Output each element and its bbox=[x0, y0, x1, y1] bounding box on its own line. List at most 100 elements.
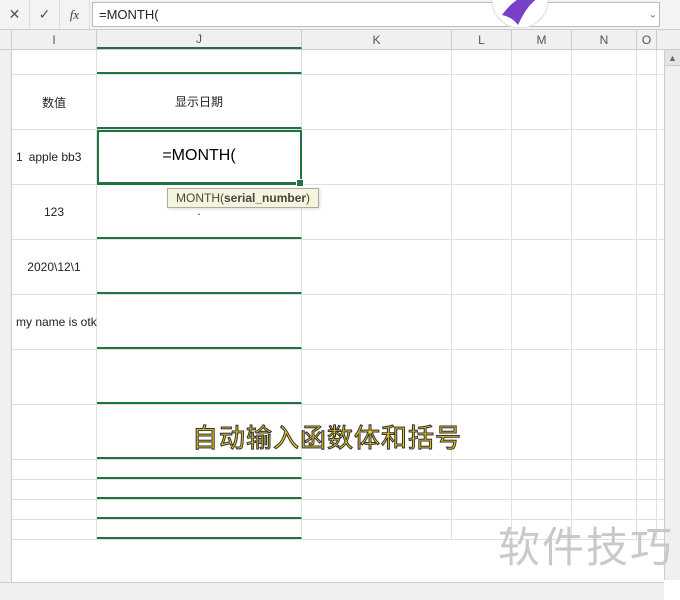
cell[interactable] bbox=[572, 405, 637, 459]
cell[interactable] bbox=[572, 350, 637, 404]
column-header-J[interactable]: J bbox=[97, 30, 302, 49]
cell[interactable] bbox=[452, 130, 512, 184]
cell[interactable] bbox=[97, 240, 302, 294]
cell[interactable] bbox=[512, 185, 572, 239]
cell[interactable] bbox=[512, 460, 572, 479]
cell[interactable]: 1 apple bb3 bbox=[12, 130, 97, 184]
cell[interactable] bbox=[452, 460, 512, 479]
cell[interactable] bbox=[512, 130, 572, 184]
cell[interactable] bbox=[512, 240, 572, 294]
cell[interactable] bbox=[452, 185, 512, 239]
cell[interactable] bbox=[12, 520, 97, 539]
cell[interactable] bbox=[452, 500, 512, 519]
cell[interactable] bbox=[12, 350, 97, 404]
cell[interactable] bbox=[512, 295, 572, 349]
cell[interactable] bbox=[572, 480, 637, 499]
cell[interactable] bbox=[637, 295, 657, 349]
cell[interactable] bbox=[572, 500, 637, 519]
formula-accept-button[interactable]: ✓ bbox=[30, 0, 60, 29]
row-header-gutter[interactable] bbox=[0, 50, 12, 600]
cell[interactable] bbox=[637, 185, 657, 239]
formula-cancel-button[interactable]: ✕ bbox=[0, 0, 30, 29]
cell[interactable] bbox=[97, 50, 302, 74]
cell[interactable] bbox=[302, 520, 452, 539]
cell[interactable] bbox=[302, 50, 452, 74]
cell[interactable] bbox=[452, 405, 512, 459]
cell[interactable] bbox=[452, 75, 512, 129]
cell[interactable] bbox=[97, 405, 302, 459]
column-header-M[interactable]: M bbox=[512, 30, 572, 49]
cell[interactable] bbox=[97, 500, 302, 519]
cell[interactable]: 数值 bbox=[12, 75, 97, 129]
cell[interactable] bbox=[572, 520, 637, 539]
vertical-scrollbar[interactable]: ▲ bbox=[664, 50, 680, 580]
cell[interactable] bbox=[12, 460, 97, 479]
cell[interactable] bbox=[452, 50, 512, 74]
cell[interactable] bbox=[572, 460, 637, 479]
cell[interactable] bbox=[637, 480, 657, 499]
cell[interactable] bbox=[302, 460, 452, 479]
cell[interactable] bbox=[512, 405, 572, 459]
cell[interactable]: 123 bbox=[12, 185, 97, 239]
cell[interactable] bbox=[572, 50, 637, 74]
cell[interactable] bbox=[452, 480, 512, 499]
cell[interactable] bbox=[512, 50, 572, 74]
cell[interactable] bbox=[12, 50, 97, 74]
cell[interactable] bbox=[572, 75, 637, 129]
cell[interactable]: 2020\12\1 bbox=[12, 240, 97, 294]
cell[interactable] bbox=[302, 350, 452, 404]
cell[interactable] bbox=[97, 520, 302, 539]
cell[interactable] bbox=[302, 405, 452, 459]
column-header-I[interactable]: I bbox=[12, 30, 97, 49]
column-header-K[interactable]: K bbox=[302, 30, 452, 49]
cell[interactable] bbox=[452, 240, 512, 294]
cell[interactable] bbox=[637, 240, 657, 294]
cell[interactable] bbox=[97, 350, 302, 404]
cell[interactable]: 显示日期 bbox=[97, 75, 302, 129]
column-header-O[interactable]: O bbox=[637, 30, 657, 49]
column-header-N[interactable]: N bbox=[572, 30, 637, 49]
cell[interactable] bbox=[452, 350, 512, 404]
cell[interactable] bbox=[637, 130, 657, 184]
cell[interactable] bbox=[302, 185, 452, 239]
cell[interactable] bbox=[97, 460, 302, 479]
cell[interactable] bbox=[302, 500, 452, 519]
cell[interactable] bbox=[302, 240, 452, 294]
cell[interactable] bbox=[302, 480, 452, 499]
cell[interactable] bbox=[572, 185, 637, 239]
cell[interactable] bbox=[572, 130, 637, 184]
cell[interactable] bbox=[302, 295, 452, 349]
active-cell[interactable]: =MONTH( bbox=[97, 130, 302, 184]
cell[interactable] bbox=[97, 480, 302, 499]
cell[interactable] bbox=[637, 500, 657, 519]
cell[interactable] bbox=[512, 350, 572, 404]
cell[interactable] bbox=[637, 350, 657, 404]
cell[interactable] bbox=[302, 75, 452, 129]
select-all-corner[interactable] bbox=[0, 30, 12, 49]
column-header-L[interactable]: L bbox=[452, 30, 512, 49]
cell[interactable] bbox=[97, 295, 302, 349]
horizontal-scrollbar[interactable] bbox=[0, 582, 664, 600]
cell[interactable] bbox=[637, 50, 657, 74]
cell[interactable] bbox=[637, 405, 657, 459]
cell[interactable] bbox=[637, 460, 657, 479]
cell[interactable] bbox=[512, 500, 572, 519]
cell[interactable] bbox=[572, 240, 637, 294]
cell[interactable] bbox=[637, 520, 657, 539]
cell[interactable] bbox=[12, 405, 97, 459]
cell[interactable] bbox=[12, 480, 97, 499]
cell[interactable] bbox=[452, 295, 512, 349]
formula-input[interactable]: =MONTH( ⌄ bbox=[92, 2, 660, 27]
cell[interactable] bbox=[452, 520, 512, 539]
cell[interactable] bbox=[302, 130, 452, 184]
scroll-up-button[interactable]: ▲ bbox=[665, 50, 680, 66]
cell[interactable] bbox=[512, 520, 572, 539]
cell[interactable] bbox=[512, 75, 572, 129]
insert-function-button[interactable]: fx bbox=[60, 0, 90, 29]
function-tooltip[interactable]: MONTH(serial_number) bbox=[167, 188, 319, 208]
expand-formula-icon[interactable]: ⌄ bbox=[649, 9, 657, 20]
cell[interactable]: my name is otk bbox=[12, 295, 97, 349]
cell[interactable] bbox=[572, 295, 637, 349]
cell[interactable] bbox=[512, 480, 572, 499]
cell[interactable] bbox=[637, 75, 657, 129]
